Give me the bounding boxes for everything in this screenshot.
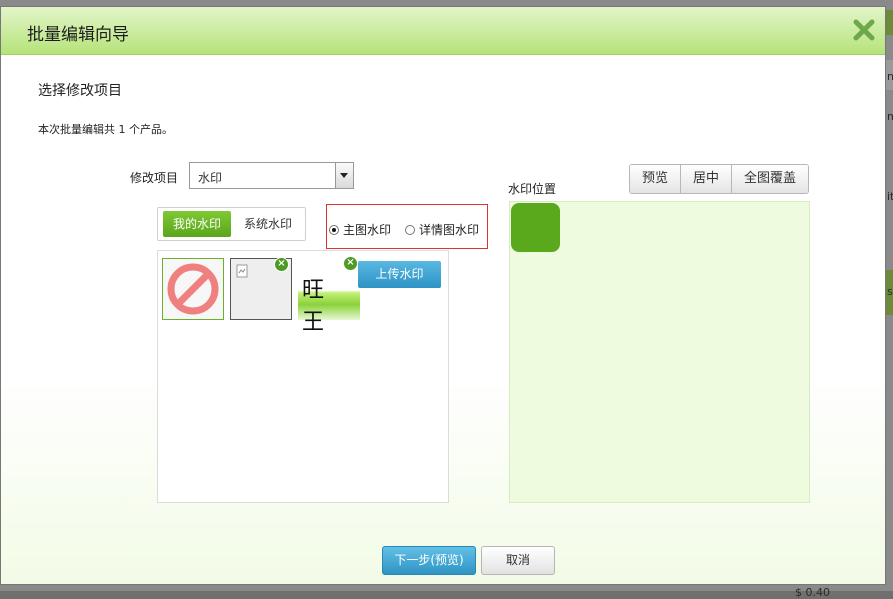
remove-watermark-icon[interactable]: × bbox=[274, 257, 289, 272]
dialog-title: 批量编辑向导 bbox=[27, 25, 129, 45]
edit-item-value: 水印 bbox=[198, 171, 223, 185]
batch-edit-dialog: 批量编辑向导 选择修改项目 本次批量编辑共 1 个产品。 修改项目 水印 我的水… bbox=[0, 6, 886, 585]
watermark-tabs: 我的水印 系统水印 bbox=[157, 207, 306, 241]
watermark-thumb-none[interactable] bbox=[162, 258, 224, 320]
image-type-radio-group: 主图水印 详情图水印 bbox=[326, 204, 488, 249]
watermark-position-canvas[interactable] bbox=[509, 201, 810, 503]
section-title: 选择修改项目 bbox=[38, 83, 122, 99]
position-button-group: 预览 居中 全图覆盖 bbox=[629, 164, 810, 194]
preview-button[interactable]: 预览 bbox=[630, 165, 682, 193]
background-text-9: s bbox=[887, 285, 893, 298]
radio-main-image[interactable]: 主图水印 bbox=[329, 221, 391, 238]
remove-watermark-icon[interactable]: × bbox=[343, 256, 358, 271]
radio-unchecked-icon[interactable] bbox=[405, 224, 415, 235]
watermark-thumb-wang[interactable]: 旺 王 × bbox=[298, 256, 360, 335]
watermark-position-handle[interactable] bbox=[511, 203, 560, 252]
background-price: $ 0.40 bbox=[795, 586, 830, 599]
chevron-down-icon[interactable] bbox=[335, 163, 353, 188]
radio-detail-image-label: 详情图水印 bbox=[419, 223, 480, 237]
center-button[interactable]: 居中 bbox=[681, 165, 733, 193]
watermark-thumb-broken[interactable]: × bbox=[230, 257, 292, 320]
background-header-strip bbox=[886, 10, 893, 35]
radio-main-image-label: 主图水印 bbox=[343, 223, 392, 237]
close-icon[interactable] bbox=[851, 17, 877, 43]
watermark-position-label: 水印位置 bbox=[508, 182, 557, 196]
prohibited-icon bbox=[167, 263, 219, 315]
upload-watermark-button[interactable]: 上传水印 bbox=[358, 261, 441, 288]
edit-item-select[interactable]: 水印 bbox=[189, 162, 354, 189]
background-text-7: m bbox=[887, 110, 893, 123]
cover-all-button[interactable]: 全图覆盖 bbox=[732, 165, 809, 193]
watermark-list: × 旺 王 × 上传水印 bbox=[157, 250, 449, 503]
radio-checked-icon[interactable] bbox=[329, 224, 339, 235]
next-preview-button[interactable]: 下一步(预览) bbox=[382, 546, 476, 575]
dialog-body: 选择修改项目 本次批量编辑共 1 个产品。 修改项目 水印 我的水印 系统水印 … bbox=[1, 55, 885, 584]
background-text-8: it bbox=[887, 190, 893, 203]
broken-image-icon bbox=[236, 264, 248, 278]
edit-summary: 本次批量编辑共 1 个产品。 bbox=[38, 123, 173, 136]
radio-detail-image[interactable]: 详情图水印 bbox=[405, 221, 479, 238]
tab-my-watermark[interactable]: 我的水印 bbox=[163, 211, 231, 237]
cancel-button[interactable]: 取消 bbox=[481, 546, 555, 575]
tab-system-watermark[interactable]: 系统水印 bbox=[234, 211, 302, 237]
wang-watermark-text: 旺 王 bbox=[302, 278, 333, 335]
dialog-header: 批量编辑向导 bbox=[1, 7, 885, 55]
edit-item-label: 修改项目 bbox=[130, 171, 179, 185]
background-text-6: nd bbox=[887, 70, 893, 83]
